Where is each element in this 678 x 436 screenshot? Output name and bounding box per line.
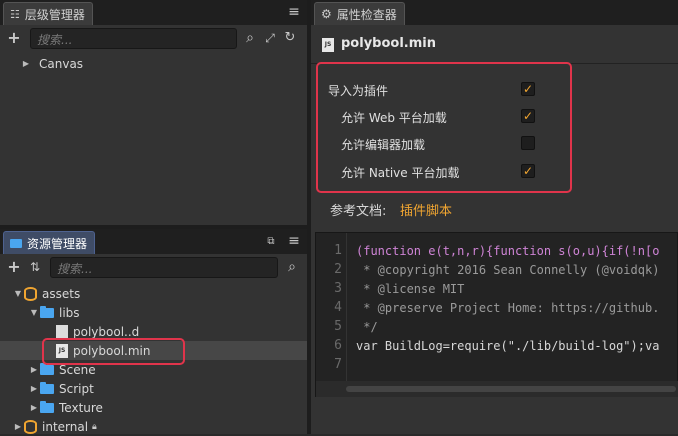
- expand-arrow-icon[interactable]: ▶: [28, 403, 40, 412]
- expand-arrow-icon[interactable]: ▶: [12, 422, 24, 431]
- line-number: 7: [334, 357, 342, 372]
- inspector-tabbar: ⚙ 属性检查器: [311, 0, 678, 25]
- inspector-title: polybool.min: [341, 36, 436, 51]
- hierarchy-panel: + 搜索... ⌕ ⤢ ↻ ▶ Canvas: [0, 25, 307, 225]
- doc-link[interactable]: 插件脚本: [400, 200, 452, 219]
- highlight-box-props: [316, 62, 572, 193]
- hierarchy-search-input[interactable]: 搜索...: [30, 28, 237, 49]
- folder-icon: [40, 362, 54, 375]
- refresh-icon[interactable]: ↻: [283, 31, 297, 45]
- expand-arrow-icon[interactable]: ▶: [28, 365, 40, 374]
- tab-inspector[interactable]: ⚙ 属性检查器: [314, 2, 405, 25]
- add-icon[interactable]: +: [7, 30, 21, 46]
- tab-hierarchy-label: 层级管理器: [24, 7, 85, 22]
- file-icon: [56, 324, 68, 339]
- tree-item-label: Canvas: [39, 56, 84, 71]
- database-icon: [24, 286, 37, 301]
- maximize-icon[interactable]: ⧉: [265, 235, 277, 249]
- doc-label: 参考文档:: [330, 204, 387, 219]
- tree-item-label: libs: [59, 305, 80, 320]
- expand-icon[interactable]: ⤢: [263, 31, 277, 45]
- tree-item-label: assets: [42, 286, 81, 301]
- sort-icon[interactable]: ⇅: [28, 260, 42, 274]
- folder-icon: [40, 305, 54, 318]
- highlight-box-asset: [42, 338, 185, 365]
- lock-icon: 🔒︎: [92, 421, 97, 432]
- code-line: * @copyright 2016 Sean Connelly (@voidqk…: [356, 263, 660, 277]
- gear-icon: ⚙: [321, 7, 332, 21]
- js-file-icon: JS: [322, 38, 334, 52]
- tree-item-canvas[interactable]: ▶ Canvas: [20, 54, 220, 73]
- assets-tabbar: 资源管理器 ⧉ ≡: [0, 229, 307, 254]
- search-icon[interactable]: ⌕: [243, 31, 257, 45]
- collapse-arrow-icon[interactable]: ▼: [12, 289, 24, 298]
- code-line: * @preserve Project Home: https://github…: [356, 301, 660, 315]
- tree-item-libs[interactable]: ▼ libs: [0, 303, 307, 322]
- assets-search-input[interactable]: 搜索...: [50, 257, 278, 278]
- folder-tab-icon: [10, 238, 22, 248]
- code-line: * @license MIT: [356, 282, 465, 296]
- tree-item-texture[interactable]: ▶ Texture: [0, 398, 307, 417]
- tree-icon: ☷: [10, 7, 20, 21]
- tab-assets[interactable]: 资源管理器: [3, 231, 96, 254]
- add-icon[interactable]: +: [7, 259, 21, 275]
- tab-hierarchy[interactable]: ☷ 层级管理器: [3, 2, 93, 25]
- line-number: 6: [334, 338, 342, 353]
- line-number: 5: [334, 319, 342, 334]
- code-line: */: [356, 320, 378, 334]
- expand-arrow-icon[interactable]: ▶: [28, 384, 40, 393]
- folder-icon: [40, 400, 54, 413]
- tab-assets-label: 资源管理器: [27, 236, 88, 251]
- code-line: var BuildLog=require("./lib/build-log");…: [356, 339, 660, 353]
- folder-icon: [40, 381, 54, 394]
- line-number: 1: [334, 243, 342, 258]
- line-number: 4: [334, 300, 342, 315]
- tree-item-script[interactable]: ▶ Script: [0, 379, 307, 398]
- code-line: (function e(t,n,r){function s(o,u){if(!n…: [356, 244, 660, 258]
- gutter-divider: [346, 233, 347, 398]
- horizontal-scrollbar[interactable]: [316, 381, 678, 397]
- tree-item-label: Texture: [59, 400, 103, 415]
- scrollbar-thumb[interactable]: [346, 386, 676, 392]
- database-icon: [24, 419, 37, 434]
- tab-inspector-label: 属性检查器: [336, 7, 397, 22]
- tree-item-internal[interactable]: ▶ internal 🔒︎: [0, 417, 307, 436]
- tree-item-label: Script: [59, 381, 94, 396]
- expand-arrow-icon[interactable]: ▶: [20, 59, 32, 68]
- collapse-arrow-icon[interactable]: ▼: [28, 308, 40, 317]
- line-number: 2: [334, 262, 342, 277]
- hierarchy-tabbar: ☷ 层级管理器 ≡: [0, 0, 307, 25]
- code-preview[interactable]: 1 2 3 4 5 6 7 (function e(t,n,r){functio…: [315, 232, 678, 398]
- search-icon[interactable]: ⌕: [285, 260, 299, 274]
- hamburger-icon[interactable]: ≡: [287, 234, 301, 248]
- tree-item-label: internal: [42, 419, 89, 434]
- tree-item-label: polybool..d: [73, 324, 140, 339]
- hamburger-icon[interactable]: ≡: [287, 5, 301, 19]
- line-number: 3: [334, 281, 342, 296]
- tree-item-assets[interactable]: ▼ assets: [0, 284, 307, 303]
